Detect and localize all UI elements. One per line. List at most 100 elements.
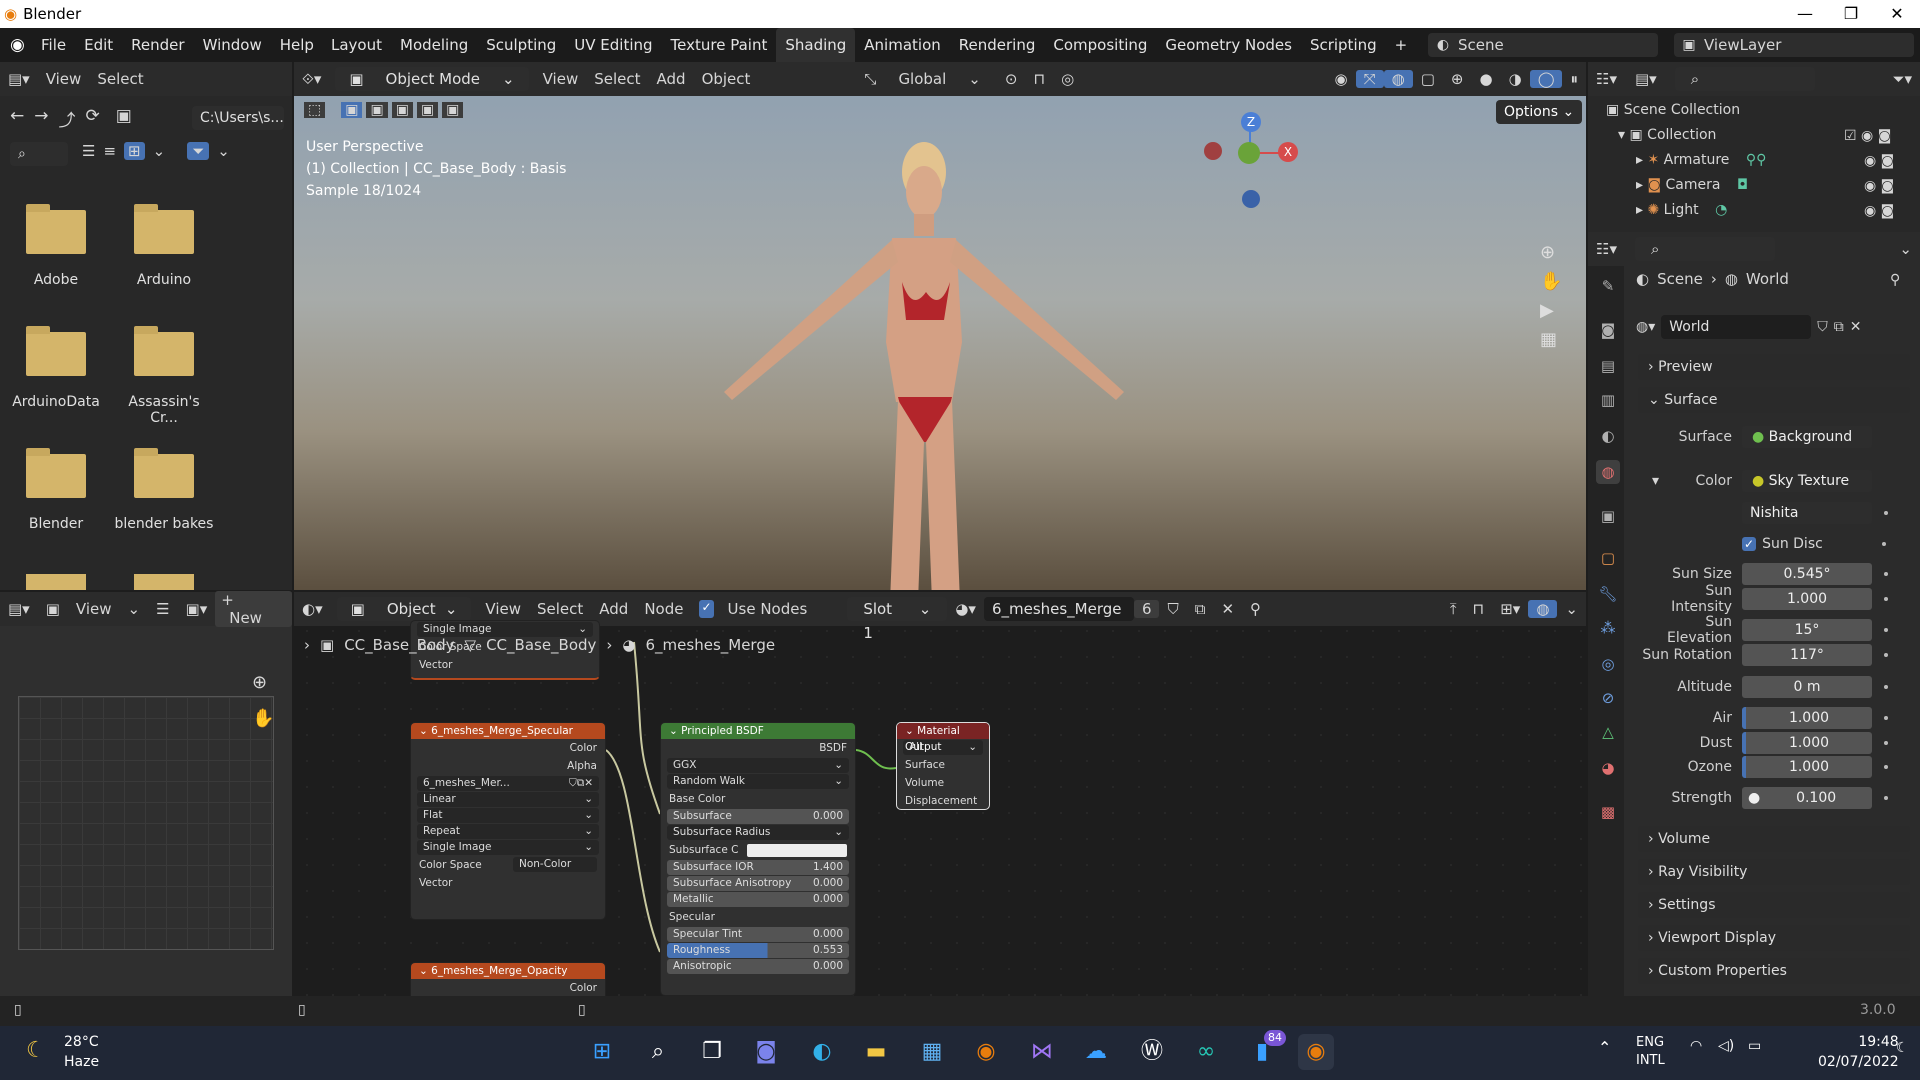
outliner-item-camera[interactable]: ▸ ◙ Camera ◘ (1606, 173, 1766, 198)
tab-sculpting[interactable]: Sculpting (477, 28, 565, 62)
search-icon[interactable]: ⌕ (640, 1034, 676, 1070)
zoom-icon[interactable]: ⊕ (252, 672, 267, 693)
subsurface-radius-dropdown[interactable]: Subsurface Radius ⌄ (667, 825, 849, 840)
gizmo-y-handle[interactable] (1238, 142, 1260, 164)
menu-render[interactable]: Render (122, 28, 193, 62)
image-selector[interactable]: 6_meshes_Mer... ⛉⧉✕ (417, 776, 599, 791)
tool-tab-icon[interactable]: ✎ (1596, 274, 1620, 298)
pivot-icon[interactable]: ⊙ (997, 70, 1026, 88)
language-indicator[interactable]: ENG INTL (1636, 1034, 1665, 1070)
output-tab-icon[interactable]: ▤ (1596, 354, 1620, 378)
gizmo-toggle-icon[interactable]: ⤧ (1355, 70, 1384, 88)
chevron-down-icon[interactable]: ⌄ (120, 600, 149, 618)
tab-modeling[interactable]: Modeling (391, 28, 477, 62)
sun-rotation-field[interactable]: 117° (1742, 644, 1872, 666)
new-image-button[interactable]: + New (215, 591, 292, 627)
material-shading-icon[interactable]: ◑ (1501, 70, 1530, 88)
ortho-grid-icon[interactable]: ▦ (1540, 329, 1562, 350)
visibility-icon[interactable]: ◉ (1327, 70, 1356, 88)
xray-icon[interactable]: ▢ (1413, 70, 1443, 88)
tab-texture-paint[interactable]: Texture Paint (662, 28, 777, 62)
add-workspace-button[interactable]: + (1386, 28, 1417, 62)
scene-selector[interactable]: ◐ Scene (1428, 33, 1658, 57)
source-dropdown[interactable]: Single Image ⌄ (417, 840, 599, 855)
breadcrumb-object[interactable]: CC_Base_Body (344, 636, 454, 654)
eye-icon[interactable]: ◉ (1864, 178, 1876, 194)
weather-widget[interactable]: 28°C Haze (64, 1032, 99, 1072)
subsurface-color-swatch[interactable] (747, 844, 847, 857)
surface-section[interactable]: ⌄ Surface (1638, 387, 1910, 413)
blender-active-icon[interactable]: ◉ (1298, 1034, 1334, 1070)
tray-chevron-up-icon[interactable]: ⌃ (1598, 1038, 1611, 1057)
character-model[interactable] (694, 142, 1154, 590)
color-input-field[interactable]: ● Sky Texture (1742, 470, 1872, 492)
tab-geometry-nodes[interactable]: Geometry Nodes (1156, 28, 1301, 62)
render-camera-icon[interactable]: ◙ (1881, 203, 1895, 219)
wifi-icon[interactable]: ◠ (1690, 1038, 1702, 1054)
thumbnail-view-icon[interactable]: ⊞ (124, 142, 145, 160)
ray-visibility-section[interactable]: › Ray Visibility (1638, 859, 1910, 885)
forward-arrow-icon[interactable]: → (34, 106, 48, 131)
outliner-search-field[interactable]: ⌕ (1674, 67, 1815, 91)
interpolation-dropdown[interactable]: Linear ⌄ (417, 792, 599, 807)
subsurface-field[interactable]: Subsurface 0.000 (667, 809, 849, 824)
settings-section[interactable]: › Settings (1638, 892, 1910, 918)
viewlayer-selector[interactable]: ▣ ViewLayer (1674, 33, 1914, 57)
anisotropic-field[interactable]: Anisotropic 0.000 (667, 959, 849, 974)
viewport-display-section[interactable]: › Viewport Display (1638, 925, 1910, 951)
specular-texture-node[interactable]: ⌄ 6_meshes_Merge_Specular Color Alpha 6_… (410, 722, 606, 920)
gizmo-neg-z-handle[interactable] (1242, 190, 1260, 208)
volume-icon[interactable]: ◁) (1718, 1038, 1734, 1054)
overlay-toggle-icon[interactable]: ◍ (1383, 70, 1413, 88)
folder-item[interactable]: Assassin's Cr... (114, 326, 214, 426)
zoom-icon[interactable]: ⊕ (1540, 242, 1562, 263)
editor-type-icon[interactable]: ☷▾ (1588, 240, 1625, 258)
folder-item[interactable]: blender bakes (114, 448, 214, 532)
subsurface-anisotropy-field[interactable]: Subsurface Anisotropy 0.000 (667, 876, 849, 891)
pan-hand-icon[interactable]: ✋ (1540, 271, 1562, 292)
editor-type-icon[interactable]: ▤▾ (0, 70, 38, 88)
menu-edit[interactable]: Edit (75, 28, 122, 62)
vp-menu-add[interactable]: Add (649, 70, 694, 88)
hamburger-menu-icon[interactable]: ☰ (148, 600, 177, 618)
proportional-edit-icon[interactable]: ◎ (1053, 70, 1082, 88)
color-space-dropdown[interactable]: Non-Color (513, 857, 597, 872)
battery-icon[interactable]: ▭ (1748, 1038, 1761, 1054)
gizmo-neg-x-handle[interactable] (1204, 142, 1222, 160)
eye-icon[interactable]: ◉ (1864, 203, 1876, 219)
maximize-button[interactable]: ❐ (1828, 0, 1874, 28)
blender-menu-icon[interactable]: ◉ (10, 35, 32, 55)
extension-dropdown[interactable]: Repeat ⌄ (417, 824, 599, 839)
snap-icon[interactable]: ⊓ (1025, 70, 1053, 88)
menu-window[interactable]: Window (194, 28, 271, 62)
collection-row[interactable]: ▾ ▣ Collection (1606, 123, 1766, 148)
file-explorer-icon[interactable]: ▬ (858, 1034, 894, 1070)
edge-browser-icon[interactable]: ◐ (804, 1034, 840, 1070)
constraints-tab-icon[interactable]: ⊘ (1596, 686, 1620, 710)
tab-animation[interactable]: Animation (855, 28, 949, 62)
opacity-texture-node[interactable]: ⌄ 6_meshes_Merge_Opacity Color (410, 962, 606, 996)
particles-tab-icon[interactable]: ⁂ (1596, 616, 1620, 640)
sss-method-dropdown[interactable]: Random Walk ⌄ (667, 774, 849, 789)
tab-layout[interactable]: Layout (322, 28, 391, 62)
collection-tab-icon[interactable]: ▣ (1596, 504, 1620, 528)
sky-type-dropdown[interactable]: Nishita (1742, 502, 1872, 524)
image-browse-icon[interactable]: ▣▾ (178, 600, 216, 618)
weather-moon-icon[interactable]: ☾ (26, 1038, 46, 1063)
pause-render-icon[interactable]: ⏸ (1562, 70, 1586, 88)
gizmo-x-handle[interactable]: X (1278, 142, 1298, 162)
tab-compositing[interactable]: Compositing (1044, 28, 1156, 62)
notification-moon-icon[interactable]: ☾ (1896, 1040, 1909, 1056)
unlink-icon[interactable]: ✕ (1850, 319, 1862, 335)
eye-icon[interactable]: ◉ (1864, 153, 1876, 169)
blender-app-icon[interactable]: ◉ (968, 1034, 1004, 1070)
preview-section[interactable]: › Preview (1638, 354, 1910, 380)
distribution-dropdown[interactable]: GGX ⌄ (667, 758, 849, 773)
breadcrumb-world[interactable]: World (1746, 270, 1789, 288)
world-tab-icon[interactable]: ◍ (1596, 460, 1620, 484)
select-mode-subtract-icon[interactable]: ▣ (391, 102, 413, 118)
folder-item[interactable]: Adobe (6, 204, 106, 288)
folder-item[interactable]: ArduinoData (6, 326, 106, 410)
ozone-slider[interactable]: 1.000 (1742, 756, 1872, 778)
strength-field[interactable]: ● 0.100 (1742, 787, 1872, 809)
